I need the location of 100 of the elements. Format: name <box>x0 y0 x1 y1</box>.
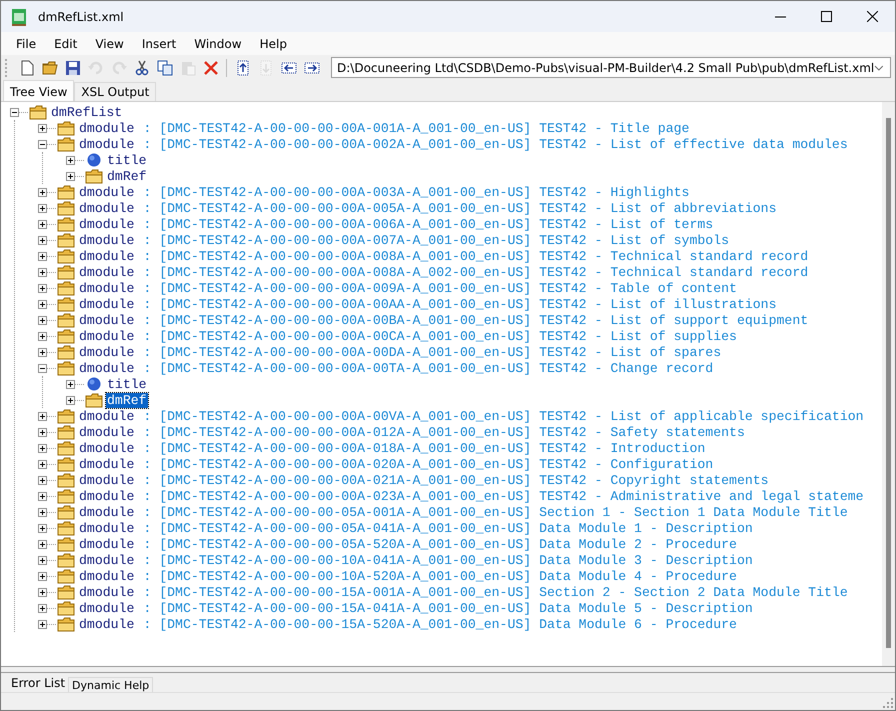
node-label[interactable]: dmodule <box>78 568 136 584</box>
close-icon <box>866 11 878 22</box>
expand-icon[interactable] <box>38 508 47 516</box>
tab[interactable]: Dynamic Help <box>68 677 154 693</box>
expand-icon[interactable] <box>38 620 47 628</box>
node-label[interactable]: dmodule <box>78 248 136 264</box>
node-label[interactable]: dmodule <box>78 264 136 280</box>
expand-icon[interactable] <box>38 492 47 500</box>
expand-icon[interactable] <box>38 540 47 548</box>
folder-icon <box>57 264 75 280</box>
expand-icon[interactable] <box>38 524 47 532</box>
save-icon <box>64 60 80 76</box>
expand-icon[interactable] <box>38 220 47 228</box>
node-label[interactable]: dmodule <box>78 504 136 520</box>
node-description: : [DMC-TEST42-A-00-00-00-00A-00TA-A_001-00_en-US] TEST42 - Change record <box>143 360 714 376</box>
expand-icon[interactable] <box>38 316 47 324</box>
node-description: : [DMC-TEST42-A-00-00-00-05A-041A-A_001-00_en-US] Data Module 1 - Description <box>143 520 753 536</box>
expand-icon[interactable] <box>38 412 47 420</box>
node-label[interactable]: title <box>106 376 148 392</box>
tab[interactable]: Tree View <box>3 80 74 101</box>
tab[interactable]: XSL Output <box>74 82 156 101</box>
expand-icon[interactable] <box>66 396 75 404</box>
folder-icon <box>57 520 75 536</box>
node-label[interactable]: dmodule <box>78 488 136 504</box>
expand-icon[interactable] <box>38 348 47 356</box>
resize-grip-icon[interactable] <box>883 698 893 708</box>
collapse-icon[interactable] <box>38 364 47 372</box>
node-label[interactable]: dmodule <box>78 360 136 376</box>
menu-item[interactable]: Edit <box>45 34 86 52</box>
expand-icon[interactable] <box>38 556 47 564</box>
node-label[interactable]: dmRef <box>106 392 148 408</box>
collapse-icon[interactable] <box>10 108 19 116</box>
node-label[interactable]: dmodule <box>78 136 136 152</box>
expand-icon[interactable] <box>38 284 47 292</box>
menu-item[interactable]: Help <box>250 34 296 52</box>
node-label[interactable]: dmodule <box>78 600 136 616</box>
collapse-icon[interactable] <box>38 140 47 148</box>
node-label[interactable]: dmodule <box>78 456 136 472</box>
expand-icon[interactable] <box>38 236 47 244</box>
copy-icon <box>156 60 172 76</box>
node-label[interactable]: dmodule <box>78 616 136 632</box>
expand-icon[interactable] <box>66 380 75 388</box>
expand-icon[interactable] <box>38 268 47 276</box>
node-label[interactable]: dmodule <box>78 184 136 200</box>
node-label[interactable]: dmodule <box>78 408 136 424</box>
expand-icon[interactable] <box>38 604 47 612</box>
menu-item[interactable]: File <box>7 34 46 52</box>
node-label[interactable]: dmRef <box>106 168 148 184</box>
expand-icon[interactable] <box>38 428 47 436</box>
expand-icon[interactable] <box>38 476 47 484</box>
folder-icon <box>85 168 103 184</box>
node-description: : [DMC-TEST42-A-00-00-00-00A-006A-A_001-00_en-US] TEST42 - List of terms <box>143 216 714 232</box>
menu-item[interactable]: Insert <box>132 34 186 52</box>
node-description: : [DMC-TEST42-A-00-00-00-00A-00DA-A_001-00_en-US] TEST42 - List of spares <box>143 344 722 360</box>
node-label[interactable]: dmodule <box>78 280 136 296</box>
node-label[interactable]: dmodule <box>78 344 136 360</box>
node-label[interactable]: dmodule <box>78 312 136 328</box>
folder-icon <box>57 488 75 504</box>
node-description: : [DMC-TEST42-A-00-00-00-00A-00BA-A_001-00_en-US] TEST42 - List of support equipment <box>143 312 808 328</box>
node-label[interactable]: dmodule <box>78 584 136 600</box>
node-label[interactable]: dmodule <box>78 200 136 216</box>
node-description: : [DMC-TEST42-A-00-00-00-10A-041A-A_001-00_en-US] Data Module 3 - Description <box>143 552 753 568</box>
node-label[interactable]: dmodule <box>78 232 136 248</box>
folder-icon <box>29 104 47 120</box>
tab[interactable]: Error List <box>8 675 68 691</box>
folder-icon <box>57 280 75 296</box>
node-description: : [DMC-TEST42-A-00-00-00-00A-008A-A_002-00_en-US] TEST42 - Technical standard record <box>143 264 808 280</box>
node-label[interactable]: title <box>106 152 148 168</box>
node-label[interactable]: dmodule <box>78 440 136 456</box>
expand-icon[interactable] <box>38 588 47 596</box>
expand-icon[interactable] <box>38 460 47 468</box>
expand-icon[interactable] <box>38 252 47 260</box>
expand-icon[interactable] <box>66 172 75 180</box>
expand-icon[interactable] <box>38 124 47 132</box>
node-label[interactable]: dmodule <box>78 472 136 488</box>
menu-item[interactable]: View <box>86 34 133 52</box>
node-label[interactable]: dmodule <box>78 552 136 568</box>
node-label[interactable]: dmodule <box>78 520 136 536</box>
expand-icon[interactable] <box>66 156 75 164</box>
scrollbar[interactable] <box>882 102 895 666</box>
move-down-icon <box>258 60 274 76</box>
node-label[interactable]: dmodule <box>78 328 136 344</box>
node-label[interactable]: dmodule <box>78 216 136 232</box>
menu-item[interactable]: Window <box>185 34 251 52</box>
node-label[interactable]: dmodule <box>78 536 136 552</box>
expand-icon[interactable] <box>38 332 47 340</box>
node-label[interactable]: dmodule <box>78 120 136 136</box>
node-label[interactable]: dmodule <box>78 296 136 312</box>
expand-icon[interactable] <box>38 204 47 212</box>
node-description: : [DMC-TEST42-A-00-00-00-00A-00CA-A_001-00_en-US] TEST42 - List of supplies <box>143 328 737 344</box>
folder-icon <box>57 328 75 344</box>
folder-icon <box>57 360 75 376</box>
expand-icon[interactable] <box>38 300 47 308</box>
expand-icon[interactable] <box>38 572 47 580</box>
expand-icon[interactable] <box>38 188 47 196</box>
path-field[interactable]: D:\Docuneering Ltd\CSDB\Demo-Pubs\visual-PM-Builder\4.2 Small Pub\pub\dmRefList.xml <box>331 57 891 78</box>
node-label[interactable]: dmodule <box>78 424 136 440</box>
node-label[interactable]: dmRefList <box>50 104 124 120</box>
folder-icon <box>57 504 75 520</box>
expand-icon[interactable] <box>38 444 47 452</box>
